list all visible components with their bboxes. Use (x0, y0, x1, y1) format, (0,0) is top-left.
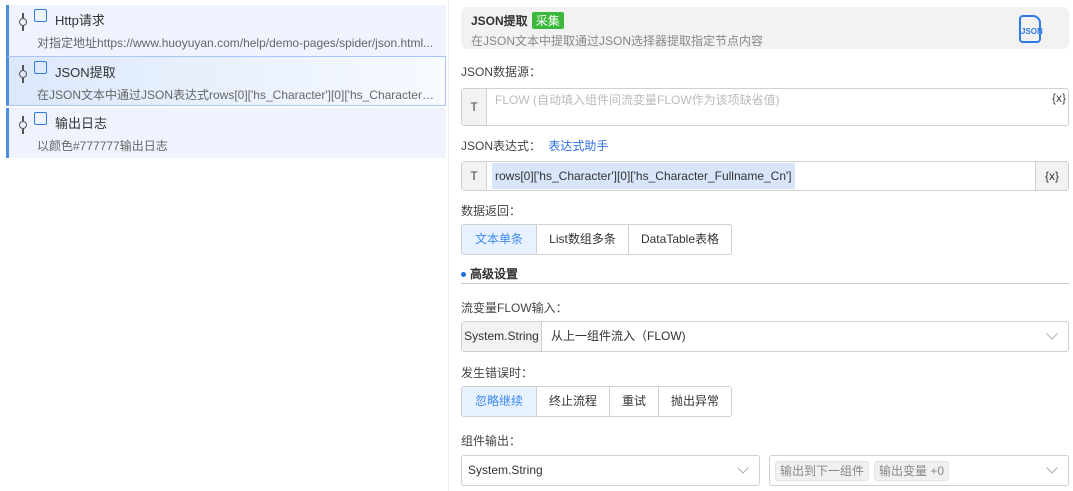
return-label: 数据返回： (461, 204, 522, 218)
output-chip-variable: 输出变量 +0 (874, 461, 950, 481)
type-prefix: T (462, 89, 487, 125)
return-option-datatable[interactable]: DataTable表格 (628, 225, 731, 254)
type-prefix: System.String (462, 322, 542, 351)
sidebar-item-http[interactable]: Http请求 对指定地址https://www.huoyuyan.com/hel… (6, 5, 446, 56)
chevron-down-icon (1046, 462, 1058, 474)
pin-icon (19, 65, 27, 83)
error-option-throw[interactable]: 抛出异常 (658, 387, 731, 416)
item-title: 输出日志 (55, 116, 108, 131)
source-textarea[interactable]: T FLOW (自动填入组件间流变量FLOW作为该项缺省值) {x} (461, 88, 1069, 126)
expr-input[interactable]: T rows[0]['hs_Character'][0]['hs_Charact… (461, 161, 1069, 191)
error-option-retry[interactable]: 重试 (609, 387, 658, 416)
sidebar-item-log[interactable]: 输出日志 以颜色#777777输出日志 (6, 108, 446, 158)
source-label: JSON数据源： (461, 65, 542, 79)
flow-select[interactable]: System.String 从上一组件流入（FLOW) (461, 321, 1069, 352)
return-type-group: 文本单条 List数组多条 DataTable表格 (461, 224, 732, 255)
variable-button[interactable]: {x} (1035, 162, 1068, 190)
expression-helper-link[interactable]: 表达式助手 (548, 139, 608, 153)
chevron-down-icon (1046, 328, 1058, 340)
flow-value: 从上一组件流入（FLOW) (551, 329, 686, 343)
item-desc: 对指定地址https://www.huoyuyan.com/help/demo-… (37, 36, 434, 50)
component-header: JSON提取 采集 在JSON文本中提取通过JSON选择器提取指定节点内容 JSO… (461, 7, 1069, 49)
expr-label: JSON表达式： (461, 139, 542, 153)
sidebar-item-json[interactable]: JSON提取 在JSON文本中通过JSON表达式rows[0]['hs_Char… (6, 56, 446, 106)
flow-label: 流变量FLOW输入： (461, 301, 568, 315)
expr-value: rows[0]['hs_Character'][0]['hs_Character… (492, 163, 795, 189)
advanced-settings-title[interactable]: 高级设置 (461, 265, 518, 282)
output-chip-next: 输出到下一组件 (775, 461, 870, 481)
source-placeholder: FLOW (自动填入组件间流变量FLOW作为该项缺省值) (495, 93, 780, 107)
type-prefix: T (462, 162, 487, 190)
return-option-text[interactable]: 文本单条 (462, 225, 537, 254)
category-tag: 采集 (531, 12, 564, 29)
divider (448, 0, 449, 491)
item-title: Http请求 (55, 13, 105, 28)
output-label: 组件输出： (461, 434, 522, 448)
output-target-select[interactable]: 输出到下一组件 输出变量 +0 (769, 455, 1069, 486)
error-handling-group: 忽略继续 终止流程 重试 抛出异常 (461, 386, 732, 417)
output-type-value: System.String (468, 463, 543, 477)
item-desc: 在JSON文本中通过JSON表达式rows[0]['hs_Character']… (37, 88, 437, 102)
item-desc: 以颜色#777777输出日志 (37, 139, 168, 153)
error-option-stop[interactable]: 终止流程 (536, 387, 609, 416)
error-option-ignore[interactable]: 忽略继续 (462, 387, 537, 416)
component-title: JSON提取 (471, 14, 528, 28)
component-desc: 在JSON文本中提取通过JSON选择器提取指定节点内容 (471, 34, 764, 48)
pin-icon (19, 13, 27, 31)
json-icon (34, 61, 47, 74)
error-label: 发生错误时： (461, 366, 534, 380)
log-icon (34, 112, 47, 125)
item-title: JSON提取 (55, 65, 116, 80)
divider (461, 283, 1069, 284)
http-icon (34, 9, 47, 22)
output-type-select[interactable]: System.String (461, 455, 760, 486)
bullet-icon (461, 272, 466, 278)
return-option-list[interactable]: List数组多条 (536, 225, 628, 254)
json-file-icon: JSON (1019, 15, 1043, 43)
variable-button[interactable]: {x} (1052, 91, 1066, 105)
chevron-down-icon (737, 462, 749, 474)
pin-icon (19, 116, 27, 134)
